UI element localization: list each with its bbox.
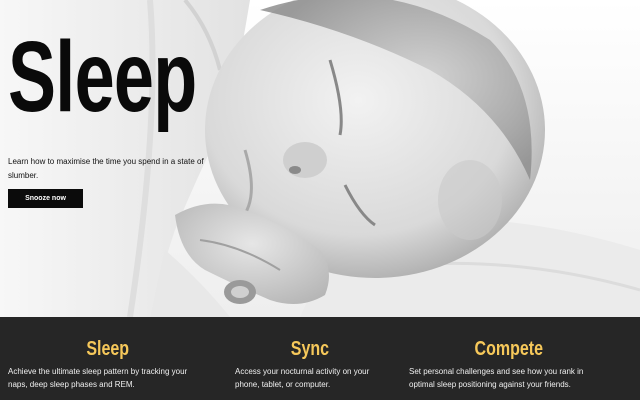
page-title: Sleep — [8, 21, 197, 133]
feature-heading-text: Sync — [290, 338, 330, 360]
feature-heading: Sync — [235, 337, 385, 361]
feature-description: Set personal challenges and see how you … — [409, 367, 584, 389]
feature-description: Achieve the ultimate sleep pattern by tr… — [8, 367, 188, 389]
snooze-now-button[interactable]: Snooze now — [8, 189, 83, 208]
feature-heading: Compete — [409, 337, 609, 361]
feature-description: Access your nocturnal activity on your p… — [235, 367, 370, 389]
feature-sleep: Sleep Achieve the ultimate sleep pattern… — [8, 317, 208, 400]
feature-compete: Compete Set personal challenges and see … — [409, 317, 609, 400]
feature-heading-text: Sleep — [86, 338, 130, 360]
feature-heading-text: Compete — [474, 338, 544, 360]
hero-tagline: Learn how to maximise the time you spend… — [8, 157, 204, 180]
hero-section: Sleep Learn how to maximise the time you… — [0, 0, 640, 317]
landing-page: Sleep Learn how to maximise the time you… — [0, 0, 640, 400]
features-section: Sleep Achieve the ultimate sleep pattern… — [0, 317, 640, 400]
feature-heading: Sleep — [8, 337, 208, 361]
feature-sync: Sync Access your nocturnal activity on y… — [235, 317, 385, 400]
